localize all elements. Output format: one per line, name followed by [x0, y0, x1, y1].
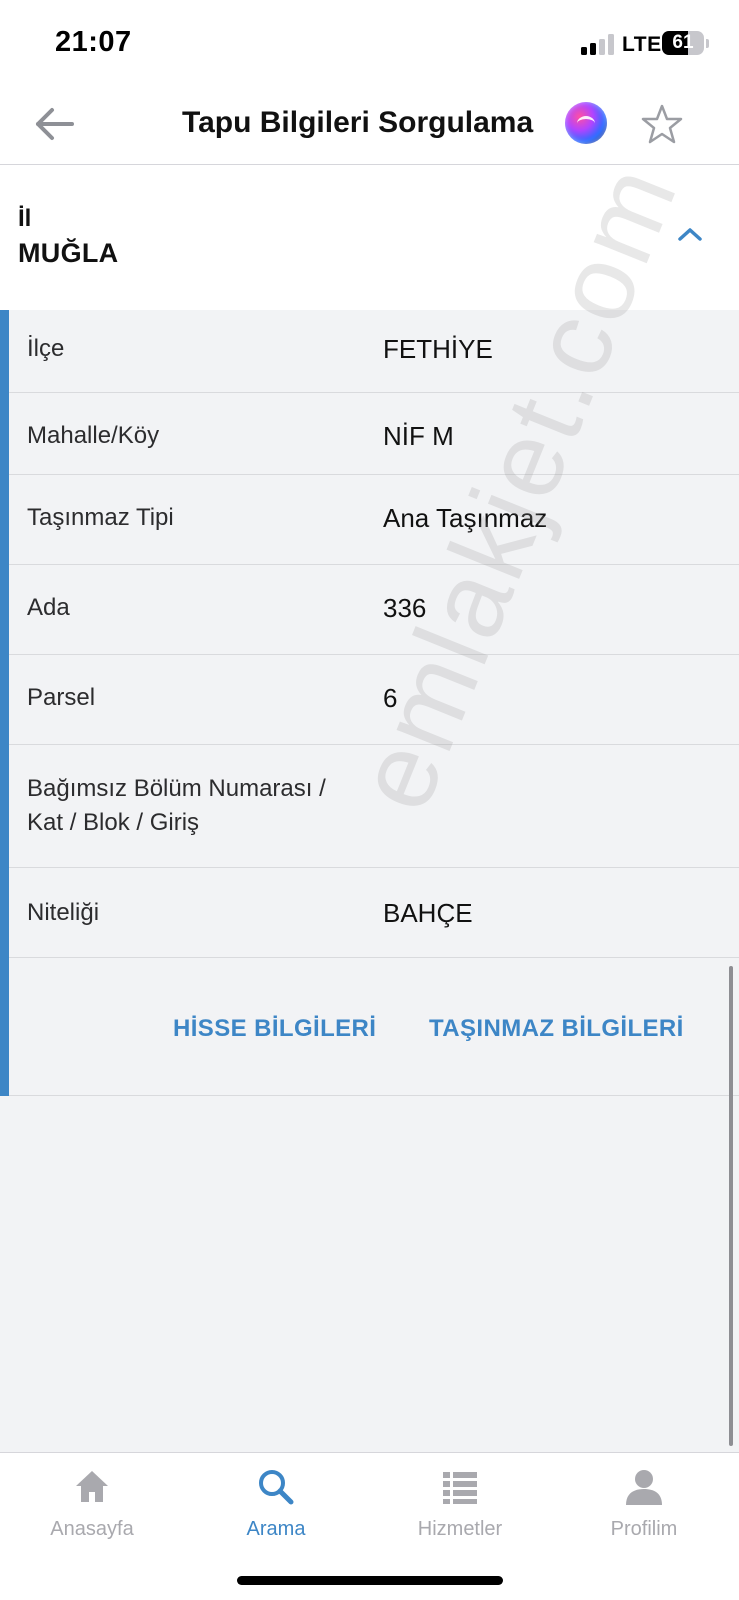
star-outline-icon: [641, 104, 683, 144]
detail-row-parsel: Parsel 6: [9, 655, 739, 745]
share-info-button[interactable]: HİSSE BİLGİLERİ: [173, 1015, 376, 1043]
tab-anasayfa[interactable]: Anasayfa: [0, 1453, 184, 1563]
tab-label: Hizmetler: [417, 1518, 503, 1540]
tab-label: Arama: [246, 1518, 306, 1540]
detail-row-tasinmaz-tipi: Taşınmaz Tipi Ana Taşınmaz: [9, 475, 739, 565]
tab-arama[interactable]: Arama: [184, 1453, 368, 1563]
network-label: LTE: [622, 33, 662, 56]
detail-value: Ana Taşınmaz: [383, 503, 548, 533]
detail-value: 6: [383, 683, 398, 713]
detail-row-niteligi: Niteliği BAHÇE: [9, 868, 739, 958]
chevron-up-icon[interactable]: [674, 222, 706, 246]
detail-label: Ada: [27, 594, 70, 621]
home-icon: [76, 1471, 108, 1502]
siri-icon[interactable]: [565, 102, 607, 144]
scrollbar[interactable]: [729, 966, 733, 1446]
detail-row-bagimsiz-bolum: Bağımsız Bölüm Numarası / Kat / Blok / G…: [9, 745, 739, 868]
content-area: İlçe FETHİYE Mahalle/Köy NİF M Taşınmaz …: [0, 310, 739, 1452]
detail-label: Mahalle/Köy: [27, 422, 160, 449]
arrow-left-icon: [36, 108, 74, 140]
page-title: Tapu Bilgileri Sorgulama: [182, 106, 534, 139]
accent-bar: [0, 310, 9, 1096]
tab-label: Anasayfa: [50, 1518, 134, 1540]
detail-label: Parsel: [27, 684, 96, 711]
status-time: 21:07: [55, 26, 132, 58]
search-icon: [259, 1470, 294, 1505]
tab-profilim[interactable]: Profilim: [552, 1453, 736, 1563]
detail-value: NİF M: [383, 421, 454, 451]
detail-label: İlçe: [27, 335, 65, 362]
person-icon: [626, 1470, 662, 1505]
tab-label: Profilim: [610, 1518, 678, 1540]
province-section[interactable]: İl MUĞLA: [0, 166, 739, 310]
battery-icon: 61: [662, 31, 704, 55]
tab-hizmetler[interactable]: Hizmetler: [368, 1453, 552, 1563]
province-value: MUĞLA: [18, 238, 119, 268]
home-indicator[interactable]: [237, 1576, 503, 1585]
battery-nub: [706, 39, 709, 48]
back-button[interactable]: [30, 102, 80, 146]
screen: 21:07 LTE 61 Tapu Bilgileri Sorgulama İl…: [0, 0, 739, 1600]
actions-row: HİSSE BİLGİLERİ TAŞINMAZ BİLGİLERİ: [9, 971, 739, 1096]
detail-row-ada: Ada 336: [9, 565, 739, 655]
detail-label: Niteliği: [27, 899, 100, 926]
detail-value: BAHÇE: [383, 898, 473, 928]
favorite-button[interactable]: [640, 102, 684, 146]
battery-percent: 61: [672, 32, 694, 53]
detail-label: Bağımsız Bölüm Numarası /: [27, 775, 326, 802]
detail-label: Taşınmaz Tipi: [27, 504, 174, 531]
detail-value: 336: [383, 593, 427, 623]
province-label: İl: [18, 205, 32, 232]
status-bar: 21:07 LTE 61: [0, 0, 739, 88]
detail-row-ilce: İlçe FETHİYE: [9, 310, 739, 393]
property-info-button[interactable]: TAŞINMAZ BİLGİLERİ: [429, 1015, 684, 1043]
app-header: Tapu Bilgileri Sorgulama: [0, 88, 739, 165]
list-icon: [443, 1472, 477, 1504]
detail-value: FETHİYE: [383, 334, 493, 364]
signal-icon: [581, 33, 615, 55]
detail-label: Kat / Blok / Giriş: [27, 809, 200, 836]
details-list: İlçe FETHİYE Mahalle/Köy NİF M Taşınmaz …: [9, 310, 739, 958]
detail-row-mahalle: Mahalle/Köy NİF M: [9, 393, 739, 475]
